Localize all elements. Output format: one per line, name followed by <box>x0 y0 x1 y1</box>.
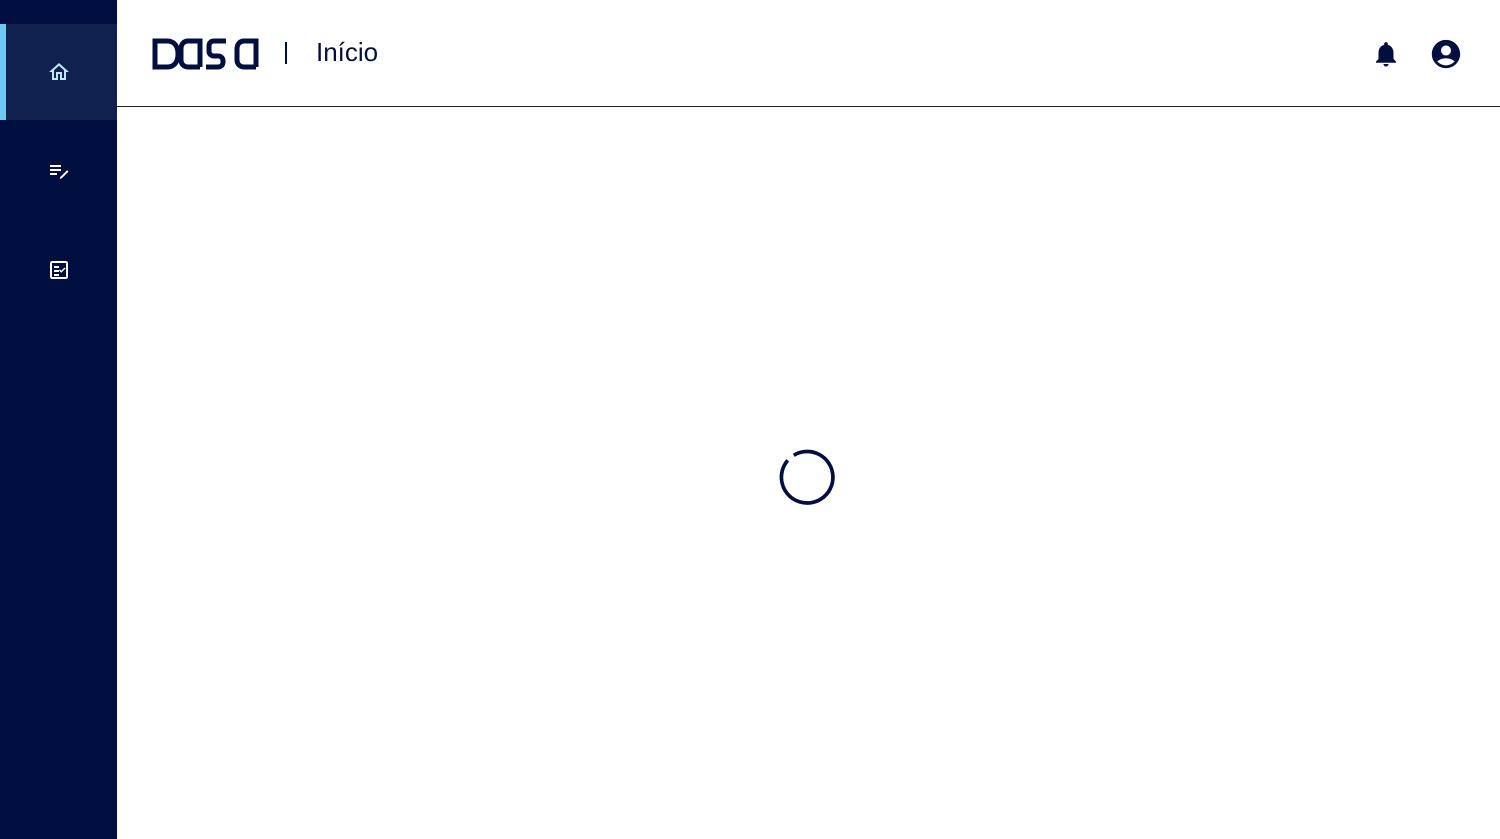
account-circle-icon <box>1431 39 1461 69</box>
edit-list-icon <box>49 165 68 179</box>
dasa-logo <box>152 38 259 70</box>
sidebar-item-checklist[interactable] <box>0 222 117 318</box>
account-button[interactable] <box>1428 36 1464 72</box>
app: Início <box>0 0 1500 839</box>
page-title: Início <box>316 37 379 67</box>
title-separator <box>285 42 287 64</box>
header: Início <box>117 0 1500 107</box>
sidebar-item-edit[interactable] <box>0 123 117 219</box>
bell-icon <box>1376 42 1396 67</box>
home-icon <box>48 63 69 80</box>
checklist-icon <box>49 261 68 279</box>
sidebar <box>0 0 117 839</box>
loading-spinner <box>779 449 835 505</box>
notifications-button[interactable] <box>1368 36 1404 72</box>
sidebar-item-home[interactable] <box>0 24 117 120</box>
